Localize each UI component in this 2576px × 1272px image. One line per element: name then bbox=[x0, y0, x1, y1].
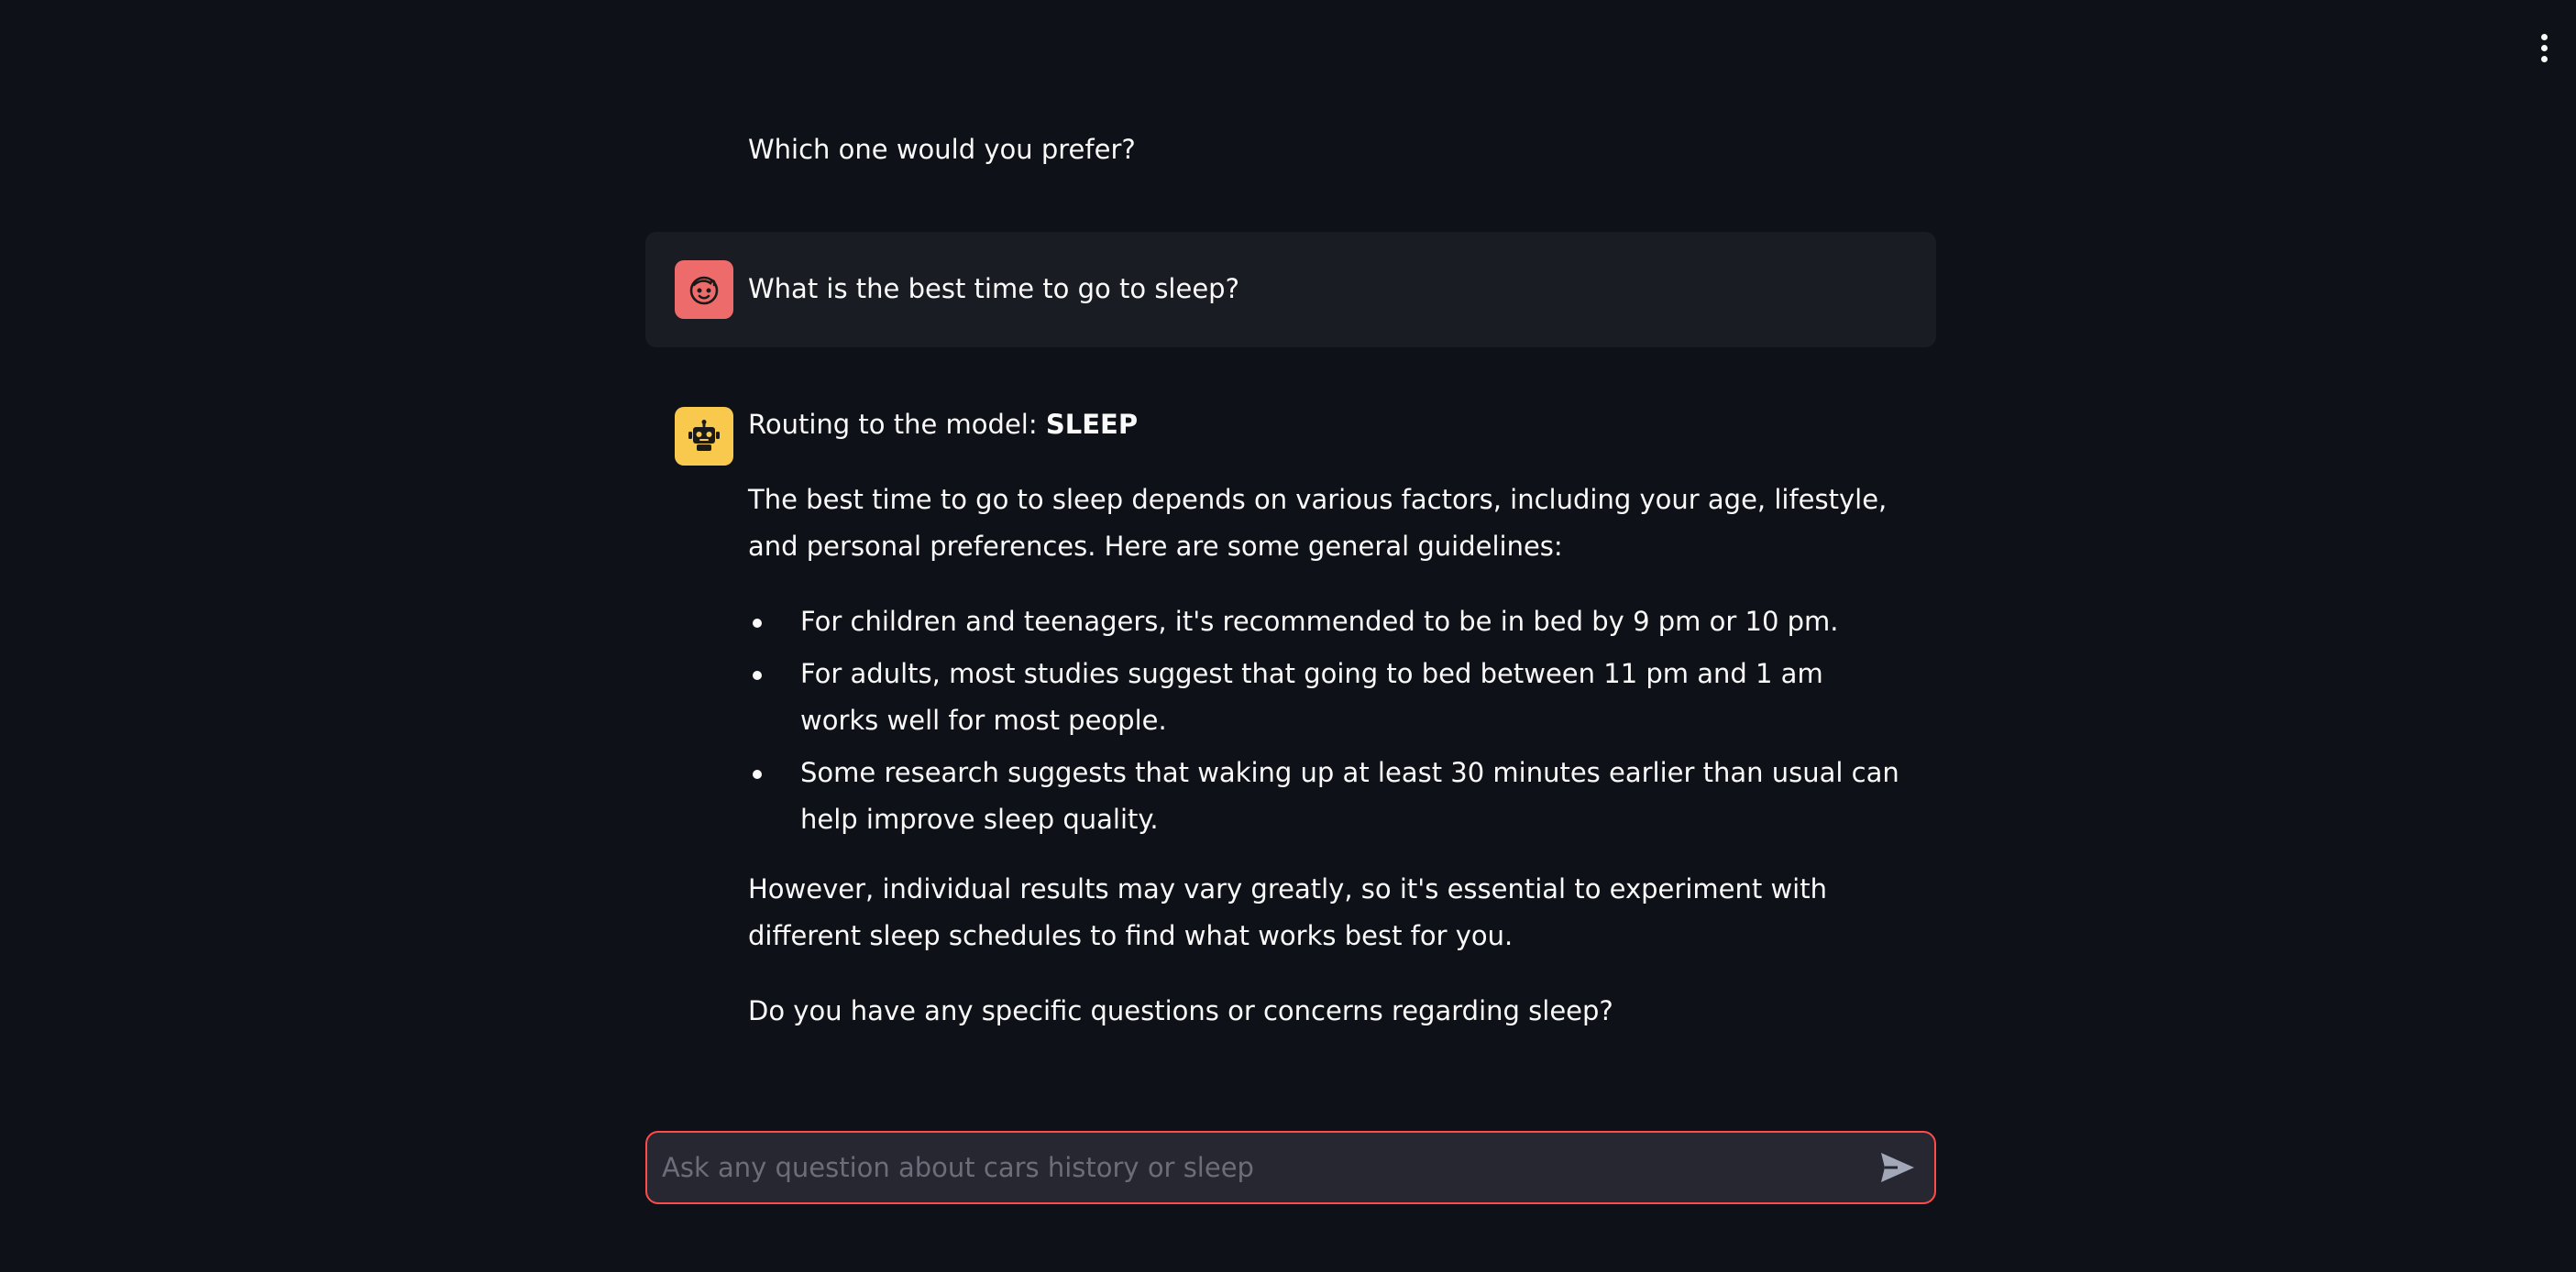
chat-input-container bbox=[645, 1131, 1936, 1204]
menu-dot bbox=[2540, 33, 2548, 40]
send-button[interactable] bbox=[1861, 1133, 1934, 1202]
list-item: For children and teenagers, it's recomme… bbox=[748, 598, 1907, 645]
chat-input[interactable] bbox=[647, 1133, 1861, 1202]
robot-icon bbox=[675, 407, 733, 466]
send-icon bbox=[1881, 1153, 1914, 1182]
assistant-intro: The best time to go to sleep depends on … bbox=[748, 484, 1888, 562]
assistant-message-content: Routing to the model: SLEEP The best tim… bbox=[748, 401, 1907, 1035]
routing-prefix: Routing to the model: bbox=[748, 409, 1046, 440]
chat-app: Which one would you prefer? What is the … bbox=[0, 0, 2576, 1272]
guidelines-list: For children and teenagers, it's recomme… bbox=[748, 598, 1907, 843]
user-face-icon bbox=[675, 260, 733, 319]
menu-dot bbox=[2540, 55, 2548, 62]
assistant-conclusion: However, individual results may vary gre… bbox=[748, 873, 1827, 951]
user-message-content: What is the best time to go to sleep? bbox=[748, 266, 1907, 313]
menu-dot bbox=[2540, 44, 2548, 51]
previous-message-text: Which one would you prefer? bbox=[748, 134, 1136, 165]
routing-line: Routing to the model: SLEEP bbox=[748, 401, 1907, 448]
user-message-text: What is the best time to go to sleep? bbox=[748, 273, 1239, 304]
kebab-menu-icon[interactable] bbox=[2530, 27, 2558, 68]
assistant-followup: Do you have any specific questions or co… bbox=[748, 995, 1613, 1026]
list-item: For adults, most studies suggest that go… bbox=[748, 651, 1907, 744]
routing-model-name: SLEEP bbox=[1045, 409, 1139, 440]
list-item: Some research suggests that waking up at… bbox=[748, 750, 1907, 843]
assistant-message: Routing to the model: SLEEP The best tim… bbox=[645, 378, 1936, 1066]
user-message: What is the best time to go to sleep? bbox=[645, 232, 1936, 347]
